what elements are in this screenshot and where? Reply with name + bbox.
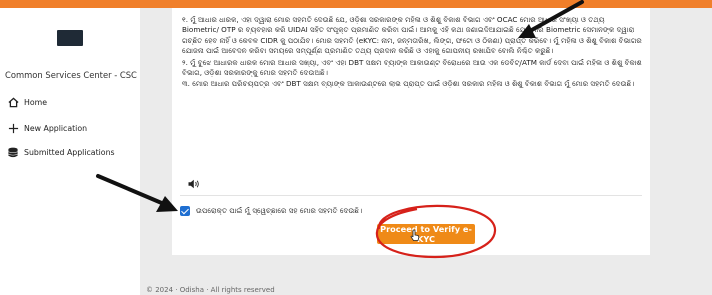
consent-label: ଉପରୋକ୍ତ ପାଇଁ ମୁଁ ସ୍ୱେଚ୍ଛାରେ ସହ ମୋର ସହମତି… [196, 206, 363, 215]
sidebar-item-new-application[interactable]: New Application [6, 121, 87, 135]
speaker-icon[interactable] [188, 174, 200, 193]
sidebar-item-label: Home [24, 97, 48, 107]
declaration-paragraph-2: ୨. ମୁଁ ବୁଝେ ଆଧାରକ ଧାରକ ମୋର ଆଧାର ସଖ୍ୟା, ଏ… [182, 57, 642, 78]
plus-icon [6, 121, 20, 135]
sidebar-item-submitted-applications[interactable]: Submitted Applications [6, 145, 115, 159]
divider [180, 195, 642, 196]
proceed-to-verify-ekyc-button[interactable]: Proceed to Verify e-KYC [377, 224, 475, 244]
consent-checkbox[interactable] [180, 206, 190, 216]
user-avatar [57, 30, 83, 46]
declaration-paragraph-3: ୩. ମୋର ଆଧାର ପରିଚୟପତ୍ର ଏବଂ DBT ସକ୍ଷମ ବ୍ୟା… [182, 79, 635, 89]
top-accent-bar [0, 0, 712, 8]
sidebar-item-home[interactable]: Home [6, 95, 47, 109]
consent-row: ଉପରୋକ୍ତ ପାଇଁ ମୁଁ ସ୍ୱେଚ୍ଛାରେ ସହ ମୋର ସହମତି… [180, 206, 362, 216]
home-icon [6, 95, 20, 109]
sidebar-item-label: Submitted Applications [24, 147, 115, 157]
sidebar: Common Services Center - CSC Home New Ap… [0, 8, 140, 295]
sidebar-item-label: New Application [24, 123, 88, 133]
footer-text: © 2024 · Odisha · All rights reserved [146, 286, 275, 294]
declaration-card: ୧. ମୁଁ ଆଧାର ଧାରକ, ଏହା ଦ୍ୱାରା ମୋର ସହମତି ଦ… [172, 8, 650, 255]
declaration-paragraph-1: ୧. ମୁଁ ଆଧାର ଧାରକ, ଏହା ଦ୍ୱାରା ମୋର ସହମତି ଦ… [182, 15, 642, 56]
database-icon [6, 145, 20, 159]
declaration-text: ୧. ମୁଁ ଆଧାର ଧାରକ, ଏହା ଦ୍ୱାରା ମୋର ସହମତି ଦ… [182, 15, 642, 91]
sidebar-title: Common Services Center - CSC [5, 70, 137, 80]
